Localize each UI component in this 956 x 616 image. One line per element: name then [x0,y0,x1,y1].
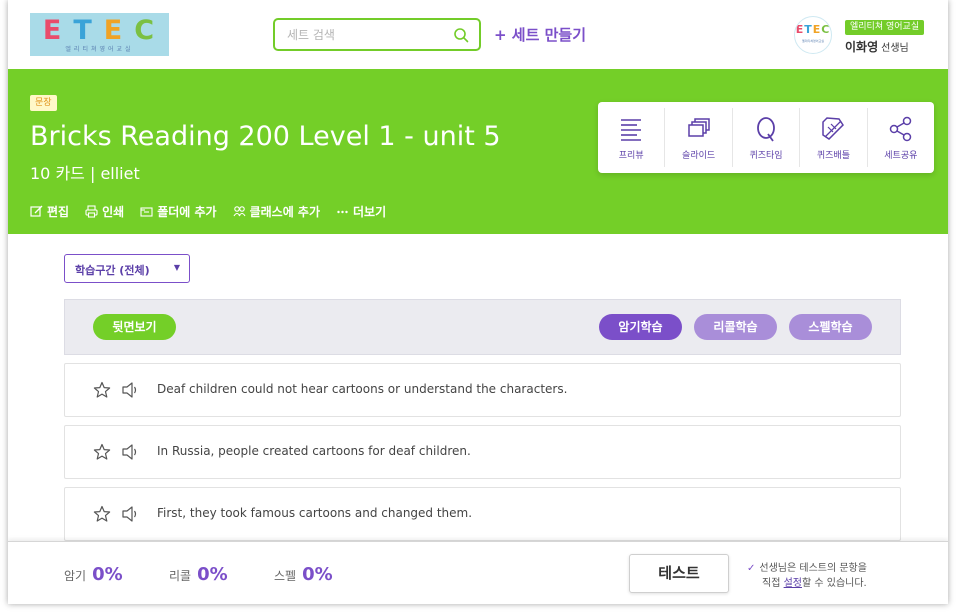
star-icon[interactable] [93,443,111,461]
speaker-icon[interactable] [120,442,140,462]
set-type-tag: 문장 [30,95,57,111]
avatar-subtitle: 엘리티쳐영어교실 [801,39,825,43]
quiz-battle-mode-button[interactable]: 퀴즈배틀 [800,108,868,167]
note-line1: 선생님은 테스트의 문항을 [759,563,867,574]
card-sentence: Deaf children could not hear cartoons or… [157,382,568,396]
logo-letter: E [42,15,74,46]
edit-button[interactable]: 편집 [30,203,69,220]
edit-label: 편집 [47,205,70,219]
flip-card-button[interactable]: 뒷면보기 [93,314,176,340]
add-to-folder-button[interactable]: 폴더에 추가 [140,203,217,220]
card-sentence: In Russia, people created cartoons for d… [157,444,471,458]
search-box [273,18,481,51]
logo-letter: C [134,15,167,46]
card-row: First, they took famous cartoons and cha… [64,487,901,541]
add-to-class-button[interactable]: 클래스에 추가 [233,203,320,220]
slide-icon [687,117,710,137]
slide-label: 슬라이드 [682,150,716,161]
folder-add-icon [140,207,153,217]
more-icon [337,210,348,214]
chevron-down-icon: ▼ [173,263,180,272]
avatar-letter: E [812,23,822,36]
make-set-button[interactable]: + 세트 만들기 [494,24,586,45]
avatar-letter: C [821,23,831,36]
add-to-folder-label: 폴더에 추가 [157,205,217,219]
star-icon[interactable] [93,505,111,523]
memorize-progress: 암기 0% [64,564,123,585]
note-line2-post: 할 수 있습니다. [802,578,867,589]
print-label: 인쇄 [102,205,125,219]
quiz-battle-label: 퀴즈배틀 [816,150,850,161]
spell-study-button[interactable]: 스펠학습 [789,314,872,340]
more-label: 더보기 [353,205,387,219]
preview-label: 프리뷰 [618,150,644,161]
share-icon [889,116,912,141]
preview-mode-button[interactable]: 프리뷰 [598,108,666,167]
star-icon[interactable] [93,381,111,399]
card-row: Deaf children could not hear cartoons or… [64,363,901,417]
slide-mode-button[interactable]: 슬라이드 [665,108,733,167]
spell-progress: 스펠 0% [274,564,333,585]
avatar-letter: E [795,23,805,36]
test-button[interactable]: 테스트 [629,554,729,593]
quiz-battle-icon [822,116,845,140]
check-icon: ✓ [747,563,756,574]
avatar-letter: T [804,23,813,36]
quiz-time-mode-button[interactable]: 퀴즈타임 [733,108,801,167]
org-badge: 엘리티쳐 영어교실 [845,20,925,35]
set-meta: 10 카드 | elliet [30,164,140,183]
set-actions: 편집 인쇄 폴더에 추가 클래스에 추가 더보기 [30,203,386,220]
edit-icon [30,205,43,217]
study-section-select[interactable]: 학습구간 (전체) ▼ [64,254,190,283]
logo-letters: ETEC [30,15,169,46]
memorize-progress-value: 0% [92,564,123,585]
card-sentence: First, they took famous cartoons and cha… [157,506,473,520]
card-row: In Russia, people created cartoons for d… [64,425,901,479]
set-title: Bricks Reading 200 Level 1 - unit 5 [30,121,501,152]
search-input[interactable] [287,25,447,45]
etec-logo[interactable]: ETEC 엘리티쳐영어교실 [30,13,169,56]
settings-link[interactable]: 설정 [784,578,802,589]
quiz-time-icon [757,116,775,142]
print-button[interactable]: 인쇄 [85,203,124,220]
user-name-suffix: 선생님 [881,43,909,54]
progress-footer: 암기 0% 리콜 0% 스펠 0% 테스트 ✓ 선생님은 테스트의 문항을 직접 … [8,541,948,604]
recall-progress-value: 0% [197,564,228,585]
avatar-logo: ETEC [795,23,831,36]
user-name[interactable]: 이화영 선생님 [845,38,909,55]
share-set-button[interactable]: 세트공유 [868,108,934,167]
speaker-icon[interactable] [120,380,140,400]
study-toolbar: 뒷면보기 암기학습 리콜학습 스펠학습 [64,299,901,355]
preview-icon [621,118,642,141]
recall-progress: 리콜 0% [169,564,228,585]
study-mode-panel: 프리뷰 슬라이드 퀴즈타임 퀴즈배틀 세트공유 [598,102,934,173]
user-name-text: 이화영 [845,40,879,54]
logo-subtitle: 엘리티쳐영어교실 [65,46,134,53]
top-header: ETEC 엘리티쳐영어교실 + 세트 만들기 ETEC 엘리티쳐영어교실 엘리티… [8,0,948,69]
avatar[interactable]: ETEC 엘리티쳐영어교실 [794,16,832,54]
memorize-progress-label: 암기 [64,569,87,583]
spell-progress-value: 0% [302,564,333,585]
set-banner: 문장 Bricks Reading 200 Level 1 - unit 5 1… [8,69,948,234]
share-label: 세트공유 [884,150,918,161]
logo-letter: E [103,15,135,46]
speaker-icon[interactable] [120,504,140,524]
note-line2-pre: 직접 [762,578,784,589]
test-setting-note: ✓ 선생님은 테스트의 문항을 직접 설정할 수 있습니다. [747,561,867,591]
more-button[interactable]: 더보기 [336,203,386,220]
study-section-value: 학습구간 (전체) [75,264,150,277]
memorize-study-button[interactable]: 암기학습 [599,314,682,340]
add-to-class-label: 클래스에 추가 [249,205,320,219]
app-window: ETEC 엘리티쳐영어교실 + 세트 만들기 ETEC 엘리티쳐영어교실 엘리티… [8,0,948,604]
class-add-icon [233,206,246,217]
quiz-time-label: 퀴즈타임 [749,150,783,161]
print-icon [85,205,98,218]
search-icon[interactable] [453,27,469,43]
recall-progress-label: 리콜 [169,569,192,583]
spell-progress-label: 스펠 [274,569,297,583]
logo-letter: T [73,15,104,46]
recall-study-button[interactable]: 리콜학습 [694,314,777,340]
